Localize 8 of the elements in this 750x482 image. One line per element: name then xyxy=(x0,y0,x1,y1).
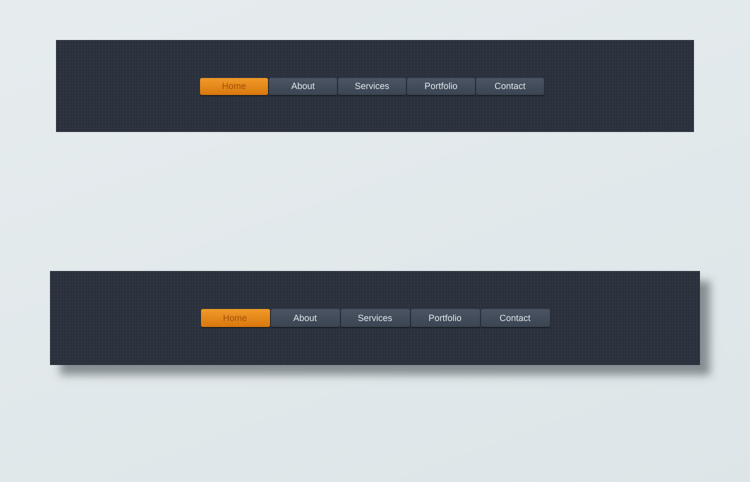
menu-tab[interactable]: Contact xyxy=(480,309,550,327)
menu-tab[interactable]: Services xyxy=(338,78,406,94)
menu-tab[interactable]: Services xyxy=(340,309,410,327)
menu-tab[interactable]: Portfolio xyxy=(407,78,475,94)
menu-tab[interactable]: About xyxy=(270,309,340,327)
menu-tab[interactable]: Portfolio xyxy=(410,309,480,327)
menu-tab[interactable]: Contact xyxy=(476,78,544,94)
menu-tab[interactable]: About xyxy=(269,78,337,94)
